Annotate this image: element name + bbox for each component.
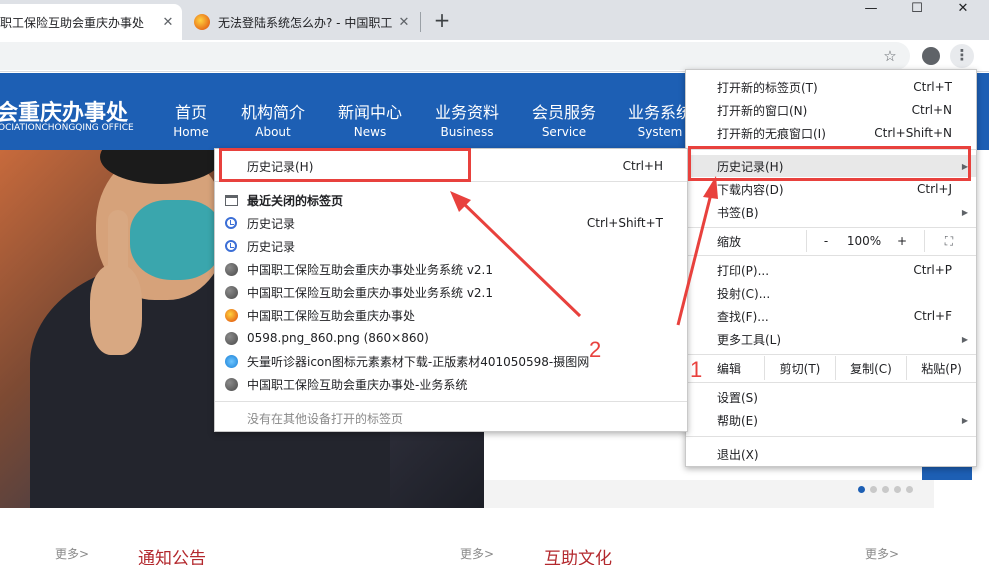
arrow-line-1 — [676, 189, 714, 326]
annotation-step-1: 1 — [690, 357, 703, 382]
arrow-head-1 — [703, 176, 718, 199]
annotation-step-2: 2 — [589, 337, 602, 362]
annotation-arrows — [450, 176, 718, 326]
arrow-line-2 — [460, 200, 582, 318]
